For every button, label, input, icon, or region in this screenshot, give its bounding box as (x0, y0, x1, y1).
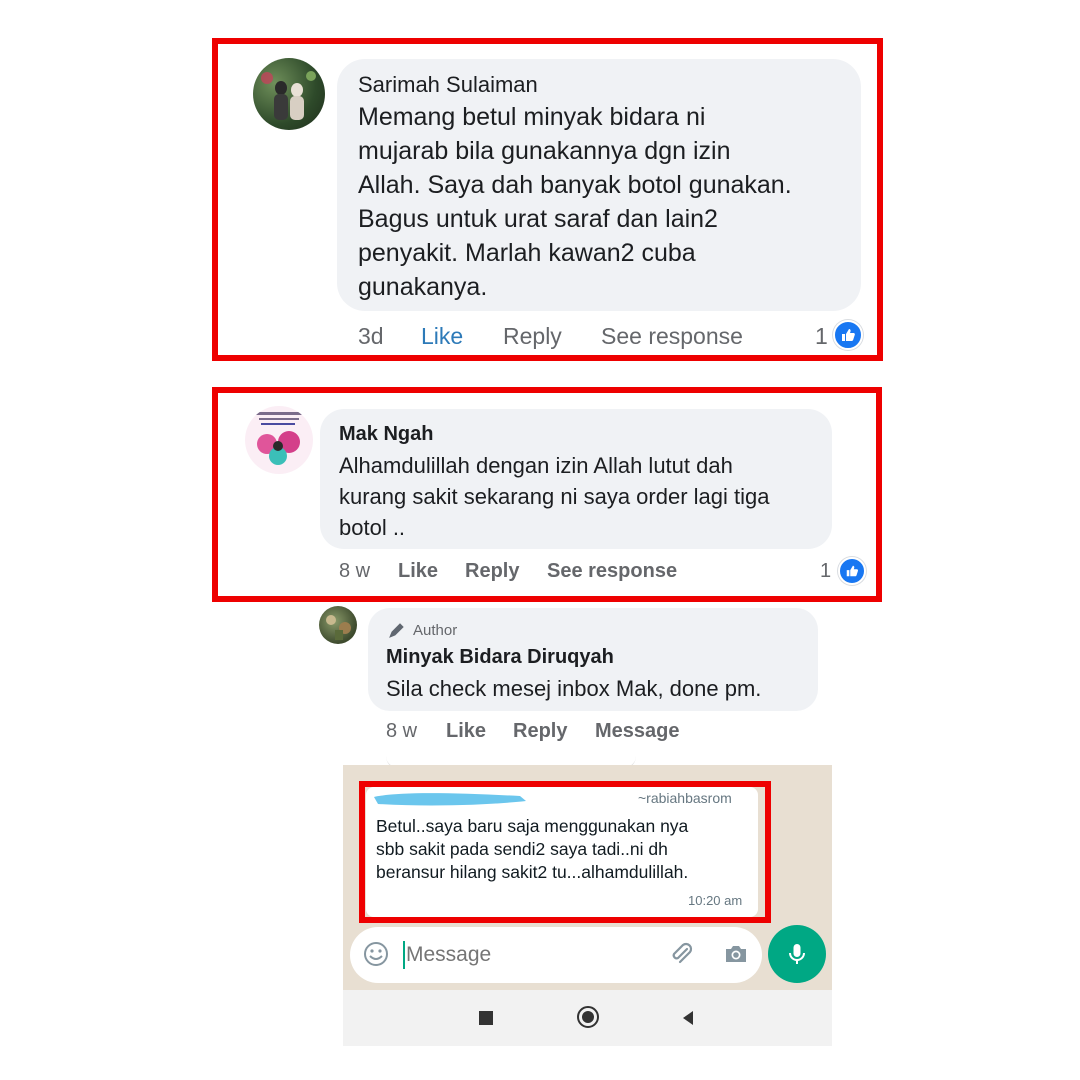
comment-text-line: botol .. (339, 515, 406, 540)
comment-timestamp[interactable]: 8 w (339, 560, 370, 583)
like-button[interactable]: Like (446, 720, 486, 743)
like-button[interactable]: Like (398, 560, 438, 583)
home-button[interactable] (577, 1006, 599, 1028)
like-reaction-icon[interactable] (838, 557, 866, 585)
reply-button[interactable]: Reply (513, 720, 567, 743)
back-button[interactable] (680, 1010, 696, 1026)
avatar-photo-icon (261, 71, 316, 120)
reply-timestamp[interactable]: 8 w (386, 720, 417, 743)
message-line: beransur hilang sakit2 tu...alhamdulilla… (376, 862, 689, 882)
comment-author-name[interactable]: Sarimah Sulaiman (358, 72, 538, 98)
comment-text-line: kurang sakit sekarang ni saya order lagi… (339, 484, 770, 509)
message-line: sbb sakit pada sendi2 saya tadi..ni dh (376, 839, 668, 859)
comment-text: Memang betul minyak bidara ni mujarab bi… (358, 100, 792, 304)
comment-timestamp[interactable]: 3d (358, 323, 384, 350)
comment-text: Alhamdulillah dengan izin Allah lutut da… (339, 450, 769, 543)
home-button-dot (582, 1011, 594, 1023)
comment-text-line: penyakit. Marlah kawan2 cuba (358, 239, 696, 267)
avatar-photo-icon (326, 615, 351, 640)
comment-text-line: Allah. Saya dah banyak botol gunakan. (358, 171, 792, 199)
reply-author-name[interactable]: Minyak Bidara Diruqyah (386, 646, 614, 669)
like-reaction-icon[interactable] (833, 320, 863, 350)
author-badge-label: Author (413, 621, 458, 639)
recents-button[interactable] (479, 1011, 493, 1025)
author-badge: Author (387, 620, 457, 640)
comment-text-line: Bagus untuk urat saraf dan lain2 (358, 205, 718, 233)
message-input[interactable] (404, 938, 648, 972)
see-response-button[interactable]: See response (547, 560, 677, 583)
message-button[interactable]: Message (595, 720, 680, 743)
avatar[interactable] (253, 58, 325, 130)
redacted-phone-number (374, 793, 526, 806)
microphone-icon (789, 944, 805, 964)
like-button[interactable]: Like (421, 323, 463, 350)
voice-message-button[interactable] (768, 925, 826, 983)
message-time: 10:20 am (688, 893, 743, 908)
avatar[interactable] (245, 406, 313, 474)
reaction-count[interactable]: 1 (815, 323, 828, 350)
reply-button[interactable]: Reply (503, 323, 562, 350)
message-line: Betul..saya baru saja menggunakan nya (376, 816, 689, 836)
comment-text-line: mujarab bila gunakannya dgn izin (358, 137, 731, 165)
comment-text-line: Alhamdulillah dengan izin Allah lutut da… (339, 453, 733, 478)
attach-icon[interactable] (667, 940, 695, 968)
reply-button[interactable]: Reply (465, 560, 519, 583)
avatar-flower-icon (255, 412, 303, 465)
see-response-button[interactable]: See response (601, 323, 743, 350)
camera-icon[interactable] (722, 940, 750, 968)
reply-text: Sila check mesej inbox Mak, done pm. (386, 676, 762, 701)
whatsapp-message-text: Betul..saya baru saja menggunakan nya sb… (376, 815, 688, 884)
comment-text-line: Memang betul minyak bidara ni (358, 103, 706, 131)
emoji-icon[interactable] (362, 940, 390, 968)
comment-author-name[interactable]: Mak Ngah (339, 423, 433, 446)
pen-icon (389, 623, 404, 638)
comment-text-line: gunakanya. (358, 273, 488, 301)
reaction-count[interactable]: 1 (820, 560, 831, 583)
avatar[interactable] (319, 606, 357, 644)
sender-name: ~rabiahbasrom (638, 790, 732, 806)
